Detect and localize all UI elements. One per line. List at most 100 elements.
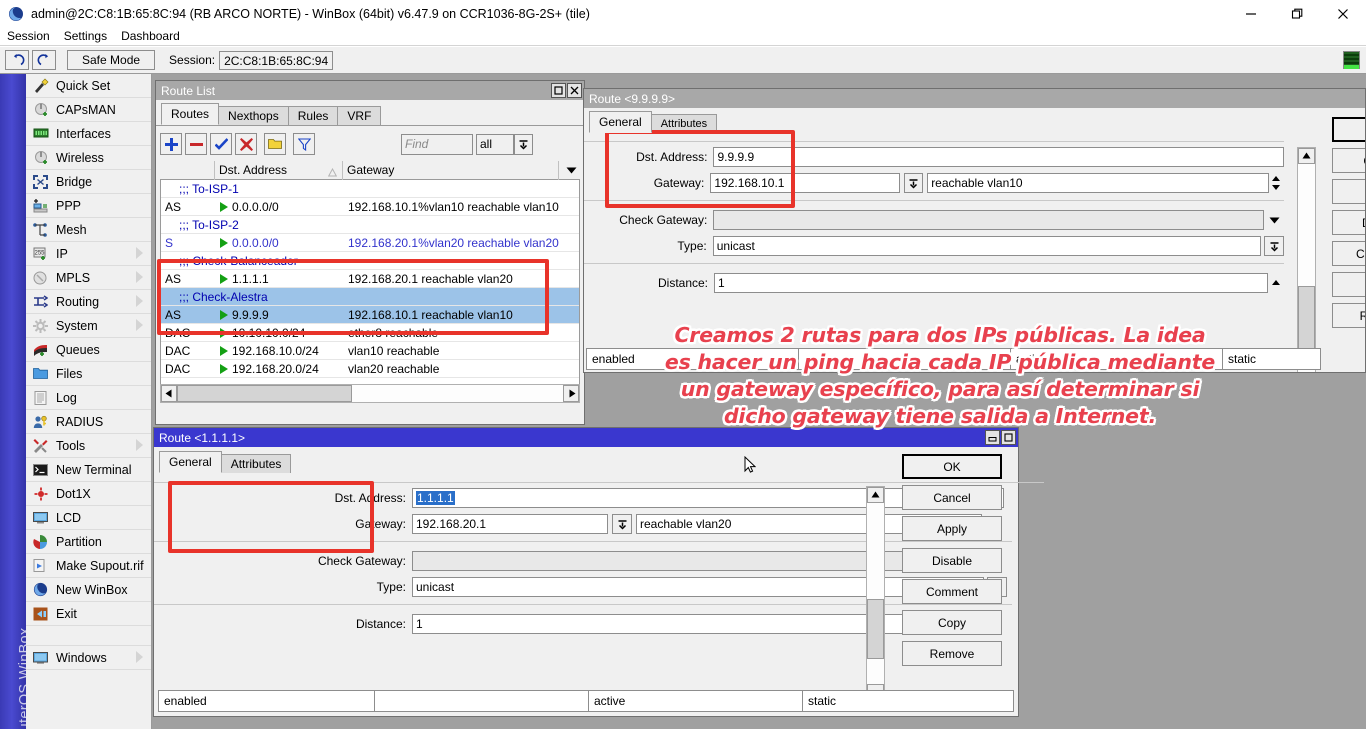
sidebar-item-files[interactable]: Files xyxy=(26,362,151,386)
route-list-close-button[interactable] xyxy=(567,83,582,98)
route-1111-restore-button[interactable] xyxy=(985,430,1000,445)
maximize-button[interactable] xyxy=(1274,0,1320,28)
route-9999-dst-input[interactable]: 9.9.9.9 xyxy=(713,147,1284,167)
sidebar-item-mpls[interactable]: MPLS xyxy=(26,266,151,290)
tab-rules[interactable]: Rules xyxy=(288,106,339,125)
table-row[interactable]: ;;; Check-Balanceador xyxy=(161,252,579,270)
sidebar-item-bridge[interactable]: Bridge xyxy=(26,170,151,194)
sidebar-item-new-winbox[interactable]: New WinBox xyxy=(26,578,151,602)
table-row[interactable]: ;;; Check-Alestra xyxy=(161,288,579,306)
route-9999-ok-button[interactable]: OK xyxy=(1332,117,1366,142)
sidebar-item-lcd[interactable]: LCD xyxy=(26,506,151,530)
hscroll-thumb[interactable] xyxy=(177,385,352,402)
col-dst-address[interactable]: Dst. Address xyxy=(215,161,343,180)
route-1111-vscroll-thumb[interactable] xyxy=(867,599,884,659)
close-button[interactable] xyxy=(1320,0,1366,28)
route-1111-vscroll-track[interactable] xyxy=(867,503,884,684)
route-list-title-bar[interactable]: Route List xyxy=(156,81,584,100)
route-9999-tab-attributes[interactable]: Attributes xyxy=(651,114,717,133)
tab-routes[interactable]: Routes xyxy=(161,103,219,125)
route-9999-cancel-button[interactable]: Cancel xyxy=(1332,148,1366,173)
route-9999-copy-button[interactable]: Copy xyxy=(1332,272,1366,297)
route-9999-check-gateway-dropdown-icon[interactable] xyxy=(1264,217,1284,224)
menu-dashboard[interactable]: Dashboard xyxy=(114,28,187,45)
route-9999-comment-button[interactable]: Comment xyxy=(1332,241,1366,266)
sidebar-item-system[interactable]: System xyxy=(26,314,151,338)
table-row[interactable]: DAC192.168.20.0/24vlan20 reachable xyxy=(161,360,579,378)
sidebar-item-ip[interactable]: 255IP xyxy=(26,242,151,266)
filter-button[interactable] xyxy=(293,133,315,155)
route-1111-tab-attributes[interactable]: Attributes xyxy=(221,454,292,473)
route-1111-gateway-input[interactable]: 192.168.20.1 xyxy=(412,514,608,534)
hscroll-track[interactable] xyxy=(177,385,563,402)
route-9999-remove-button[interactable]: Remove xyxy=(1332,303,1366,328)
sidebar-item-queues[interactable]: Queues xyxy=(26,338,151,362)
route-9999-vscroll-thumb[interactable] xyxy=(1298,286,1315,352)
route-9999-type-input[interactable]: unicast xyxy=(713,236,1262,256)
route-9999-vscrollbar[interactable] xyxy=(1297,147,1316,373)
find-input[interactable]: Find xyxy=(401,134,473,155)
route-1111-vscroll-up-arrow[interactable] xyxy=(867,487,884,503)
add-route-button[interactable] xyxy=(160,133,182,155)
route-9999-check-gateway-input[interactable] xyxy=(713,210,1264,230)
table-row[interactable]: DAC192.168.10.0/24vlan10 reachable xyxy=(161,342,579,360)
route-9999-tab-general[interactable]: General xyxy=(589,111,652,133)
hscroll-right-arrow[interactable] xyxy=(563,385,579,402)
filter-scope-input[interactable]: all xyxy=(476,134,514,155)
table-row[interactable]: ;;; To-ISP-2 xyxy=(161,216,579,234)
sidebar-item-mesh[interactable]: Mesh xyxy=(26,218,151,242)
route-9999-type-dropdown-icon[interactable] xyxy=(1264,236,1284,256)
route-9999-gateway-input[interactable]: 192.168.10.1 xyxy=(710,173,900,193)
table-row[interactable]: AS0.0.0.0/0192.168.10.1%vlan10 reachable… xyxy=(161,198,579,216)
sidebar-item-new-terminal[interactable]: New Terminal xyxy=(26,458,151,482)
safe-mode-button[interactable]: Safe Mode xyxy=(67,50,155,70)
col-gateway[interactable]: Gateway xyxy=(343,161,559,180)
tab-nexthops[interactable]: Nexthops xyxy=(218,106,289,125)
sidebar-item-routing[interactable]: Routing xyxy=(26,290,151,314)
sidebar-item-interfaces[interactable]: Interfaces xyxy=(26,122,151,146)
route-1111-ok-button[interactable]: OK xyxy=(902,454,1002,479)
column-menu-icon[interactable] xyxy=(559,161,580,180)
tab-vrf[interactable]: VRF xyxy=(337,106,381,125)
route-9999-title-bar[interactable]: Route <9.9.9.9> xyxy=(584,89,1365,108)
route-9999-vscroll-track[interactable] xyxy=(1298,164,1315,373)
route-1111-check-gateway-input[interactable] xyxy=(412,551,984,571)
route-1111-vscrollbar[interactable] xyxy=(866,486,885,701)
sidebar-item-capsman[interactable]: CAPsMAN xyxy=(26,98,151,122)
sidebar-item-exit[interactable]: Exit xyxy=(26,602,151,626)
route-1111-maximize-button[interactable] xyxy=(1001,430,1016,445)
hscroll-left-arrow[interactable] xyxy=(161,385,177,402)
sidebar-item-wireless[interactable]: Wireless xyxy=(26,146,151,170)
sidebar-item-tools[interactable]: Tools xyxy=(26,434,151,458)
sidebar-item-windows[interactable]: Windows xyxy=(26,646,151,670)
route-9999-vscroll-up-arrow[interactable] xyxy=(1298,148,1315,164)
route-1111-apply-button[interactable]: Apply xyxy=(902,516,1002,541)
remove-route-button[interactable] xyxy=(185,133,207,155)
route-1111-gateway-dropdown-icon[interactable] xyxy=(612,514,632,534)
sidebar-item-make-supout-rif[interactable]: Make Supout.rif xyxy=(26,554,151,578)
session-value[interactable]: 2C:C8:1B:65:8C:94 xyxy=(219,51,333,70)
sidebar-item-partition[interactable]: Partition xyxy=(26,530,151,554)
route-list-maximize-button[interactable] xyxy=(551,83,566,98)
route-9999-apply-button[interactable]: Apply xyxy=(1332,179,1366,204)
route-9999-distance-spinner[interactable] xyxy=(1268,273,1284,293)
table-row[interactable]: AS9.9.9.9192.168.10.1 reachable vlan10 xyxy=(161,306,579,324)
table-row[interactable]: S0.0.0.0/0192.168.20.1%vlan20 reachable … xyxy=(161,234,579,252)
route-1111-title-bar[interactable]: Route <1.1.1.1> xyxy=(154,428,1018,447)
sidebar-item-radius[interactable]: RADIUS xyxy=(26,410,151,434)
route-9999-gateway-dropdown-icon[interactable] xyxy=(904,173,923,193)
route-1111-distance-input[interactable]: 1 xyxy=(412,614,984,634)
comment-route-button[interactable] xyxy=(264,133,286,155)
route-1111-cancel-button[interactable]: Cancel xyxy=(902,485,1002,510)
route-1111-tab-general[interactable]: General xyxy=(159,451,222,473)
menu-session[interactable]: Session xyxy=(0,28,57,45)
enable-route-button[interactable] xyxy=(210,133,232,155)
sidebar-item-log[interactable]: Log xyxy=(26,386,151,410)
menu-settings[interactable]: Settings xyxy=(57,28,114,45)
sidebar-item-ppp[interactable]: PPP xyxy=(26,194,151,218)
sidebar-item-dot1x[interactable]: Dot1X xyxy=(26,482,151,506)
route-list-hscrollbar[interactable] xyxy=(160,384,580,403)
route-1111-remove-button[interactable]: Remove xyxy=(902,641,1002,666)
route-9999-distance-input[interactable]: 1 xyxy=(714,273,1268,293)
route-1111-copy-button[interactable]: Copy xyxy=(902,610,1002,635)
